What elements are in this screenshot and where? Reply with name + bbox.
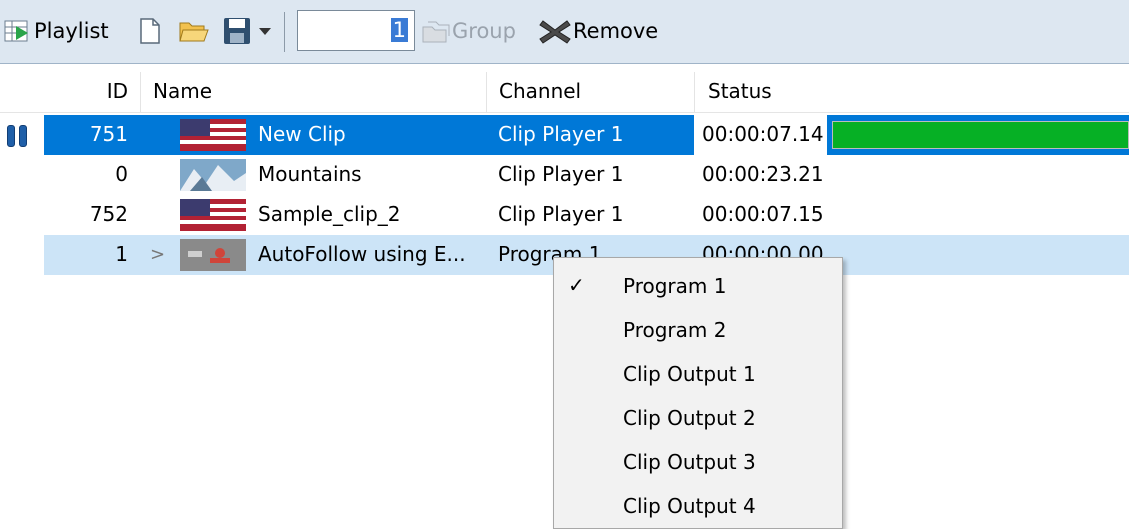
row-status: 00:00:07.15 [702,202,824,226]
menu-item-label: Clip Output 1 [623,362,756,386]
column-divider[interactable] [140,72,141,112]
row-id: 752 [89,202,128,226]
column-header-status[interactable]: Status [708,79,772,103]
new-file-icon [140,18,160,44]
group-button[interactable]: Group [420,18,516,44]
clip-thumbnail-flag [180,119,246,151]
row-id: 0 [115,162,128,186]
remove-label: Remove [573,19,659,43]
check-icon: ✓ [568,273,585,297]
row-status: 00:00:23.21 [702,162,824,186]
column-header-name[interactable]: Name [153,79,212,103]
playlist-label: Playlist [34,19,109,43]
toolbar-separator [284,12,285,52]
playback-progress-bar [832,121,1129,149]
menu-item-clip-output-4[interactable]: Clip Output 4 [554,483,842,527]
row-status: 00:00:07.14 [702,122,824,146]
save-button[interactable] [222,16,252,46]
row-name: Sample_clip_2 [258,202,401,226]
row-id: 1 [115,242,128,266]
column-divider[interactable] [486,72,487,112]
row-id: 751 [89,122,128,146]
progress-fill [833,122,1128,148]
remove-button[interactable]: Remove [537,17,658,45]
menu-item-label: Program 2 [623,318,727,342]
menu-item-label: Clip Output 2 [623,406,756,430]
menu-item-label: Program 1 [623,274,727,298]
column-header-channel[interactable]: Channel [499,79,581,103]
menu-item-label: Clip Output 4 [623,494,756,518]
menu-item-clip-output-2[interactable]: Clip Output 2 [554,395,842,439]
menu-item-program-1[interactable]: ✓ Program 1 [554,263,842,307]
clip-thumbnail-mountains [180,159,246,191]
column-header-row: ID Name Channel Status [0,72,1129,113]
column-divider[interactable] [694,72,695,112]
id-input[interactable]: 1 [297,10,415,51]
open-folder-icon [179,22,209,42]
expand-chevron-icon[interactable]: > [150,244,165,265]
group-icon [422,21,450,43]
row-status-cell: 00:00:07.14 [694,115,827,155]
save-icon [224,18,250,44]
menu-item-label: Clip Output 3 [623,450,756,474]
table-row[interactable]: 751 New Clip Clip Player 1 00:00:07.14 [0,115,1129,155]
toolbar: Playlist 1 Group Remove [0,0,1129,64]
id-input-value: 1 [390,18,408,42]
table-row[interactable]: 752 Sample_clip_2 Clip Player 1 00:00:07… [0,195,1129,235]
table-row[interactable]: 0 Mountains Clip Player 1 00:00:23.21 [0,155,1129,195]
row-channel[interactable]: Clip Player 1 [498,122,623,146]
group-label: Group [452,19,516,43]
playlist-icon [4,20,28,42]
remove-icon [539,20,571,44]
row-channel[interactable]: Clip Player 1 [498,162,623,186]
menu-item-clip-output-1[interactable]: Clip Output 1 [554,351,842,395]
row-name: Mountains [258,162,362,186]
row-channel[interactable]: Clip Player 1 [498,202,623,226]
open-folder-button[interactable] [178,17,210,45]
save-dropdown-arrow[interactable] [259,28,271,36]
row-name: New Clip [258,122,346,146]
clip-thumbnail-autofollow [180,239,246,271]
clip-thumbnail-flag [180,199,246,231]
column-header-id[interactable]: ID [48,79,128,103]
chevron-down-icon [259,28,271,35]
new-file-button[interactable] [137,17,163,45]
menu-item-clip-output-3[interactable]: Clip Output 3 [554,439,842,483]
row-name: AutoFollow using E... [258,242,466,266]
playlist-button[interactable]: Playlist [4,18,109,44]
channel-context-menu: ✓ Program 1 Program 2 Clip Output 1 Clip… [553,257,843,529]
menu-item-program-2[interactable]: Program 2 [554,307,842,351]
